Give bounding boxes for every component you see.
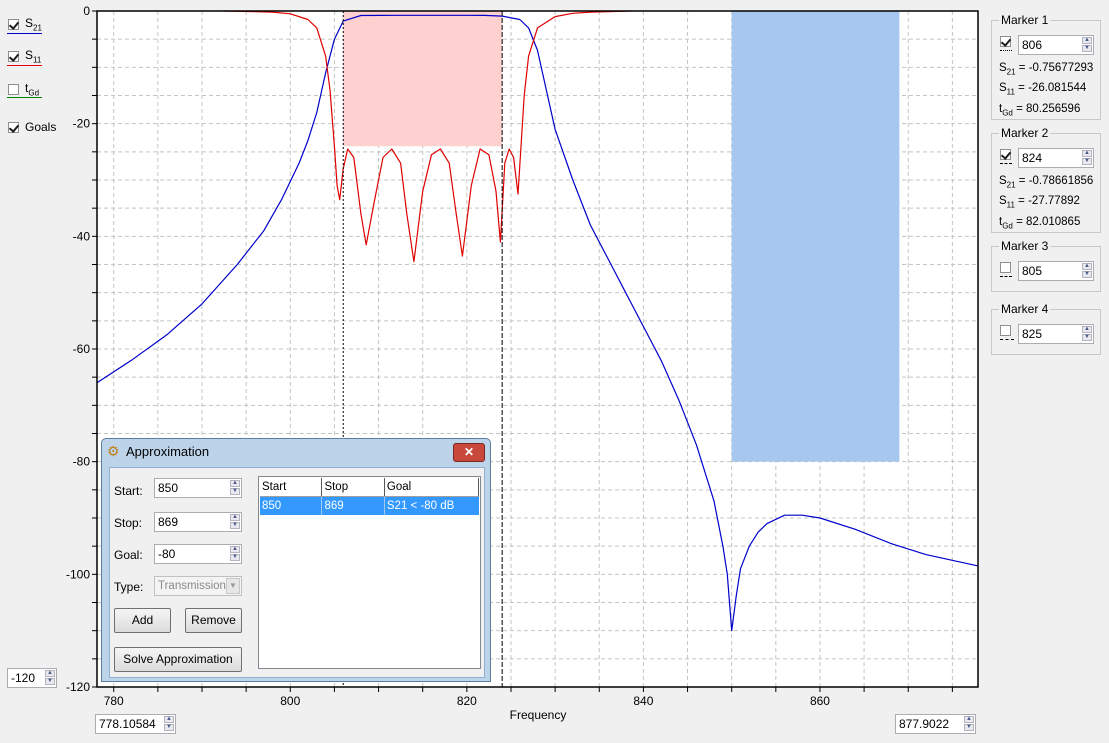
type-value: Transmission — [158, 580, 226, 592]
y-min-value: -120 — [11, 671, 36, 685]
x-tick-label: 780 — [104, 694, 124, 708]
x-tick-label: 820 — [457, 694, 477, 708]
marker-4-value: 825 — [1022, 327, 1043, 341]
marker-1-readout: S21 = -0.75677293 S11 = -26.081544 tGd =… — [999, 62, 1094, 117]
add-button[interactable]: Add — [114, 608, 171, 633]
spin-down-icon[interactable]: ▼ — [230, 522, 240, 529]
y-tick-label: -80 — [73, 455, 91, 469]
marker-4-group: Marker 4 825 ▲ ▼ — [991, 302, 1101, 355]
marker-4-line-style — [1000, 339, 1014, 340]
spin-down-icon[interactable]: ▼ — [164, 724, 174, 731]
stop-value: 869 — [158, 515, 179, 529]
table-header: Start Stop Goal — [260, 478, 479, 497]
goal-value: -80 — [158, 547, 176, 561]
spin-down-icon[interactable]: ▼ — [1082, 334, 1092, 341]
spin-up-icon[interactable]: ▲ — [230, 480, 240, 487]
spin-up-icon[interactable]: ▲ — [164, 716, 174, 723]
marker-3-spinner[interactable]: 805 ▲ ▼ — [1018, 261, 1094, 281]
table-row[interactable]: 850 869 S21 < -80 dB — [260, 497, 479, 515]
column-header-stop[interactable]: Stop — [322, 478, 385, 496]
marker-4-title: Marker 4 — [999, 302, 1051, 316]
marker-3-line-style — [1000, 276, 1012, 277]
solve-approximation-button[interactable]: Solve Approximation — [114, 647, 242, 672]
cell-stop: 869 — [322, 497, 385, 515]
x-tick-label: 860 — [810, 694, 830, 708]
spin-down-icon[interactable]: ▼ — [1082, 158, 1092, 165]
marker-3-group: Marker 3 805 ▲ ▼ — [991, 239, 1101, 292]
spin-down-icon[interactable]: ▼ — [1082, 45, 1092, 52]
x-min-value: 778.10584 — [99, 717, 156, 731]
marker-3-value: 805 — [1022, 264, 1043, 278]
marker-2-value: 824 — [1022, 151, 1043, 165]
marker-2-readout: S21 = -0.78661856 S11 = -27.77892 tGd = … — [999, 175, 1094, 230]
marker-1-checkbox[interactable] — [1000, 36, 1011, 47]
type-label: Type: — [114, 580, 144, 594]
stopband-goal — [731, 11, 900, 462]
spin-down-icon[interactable]: ▼ — [45, 678, 55, 685]
app-icon: ⚙ — [107, 443, 120, 459]
approximation-dialog: ⚙ Approximation ✕ Start: 850 ▲ ▼ Stop: 86… — [101, 438, 491, 682]
spin-down-icon[interactable]: ▼ — [964, 724, 974, 731]
marker-4-spinner[interactable]: 825 ▲ ▼ — [1018, 324, 1094, 344]
y-tick-label: -120 — [66, 680, 90, 694]
passband-reflection-goal — [343, 11, 503, 147]
marker-1-title: Marker 1 — [999, 13, 1051, 27]
start-label: Start: — [114, 484, 143, 498]
marker-2-checkbox[interactable] — [1000, 149, 1011, 160]
spin-up-icon[interactable]: ▲ — [45, 670, 55, 677]
cell-goal: S21 < -80 dB — [386, 500, 455, 512]
column-header-goal[interactable]: Goal — [385, 478, 479, 496]
marker-1-value: 806 — [1022, 38, 1043, 52]
remove-button[interactable]: Remove — [185, 608, 242, 633]
x-tick-label: 840 — [633, 694, 653, 708]
x-min-spinner[interactable]: 778.10584 ▲ ▼ — [95, 714, 176, 734]
marker-3-checkbox[interactable] — [1000, 262, 1011, 273]
goal-label: Goal: — [114, 548, 143, 562]
marker-2-spinner[interactable]: 824 ▲ ▼ — [1018, 148, 1094, 168]
marker-3-title: Marker 3 — [999, 239, 1051, 253]
chevron-down-icon[interactable]: ▼ — [226, 578, 240, 594]
marker-2-line-style — [1000, 163, 1012, 164]
y-tick-label: 0 — [83, 4, 90, 18]
goals-table[interactable]: Start Stop Goal 850 869 S21 < -80 dB — [258, 476, 481, 669]
spin-up-icon[interactable]: ▲ — [1082, 150, 1092, 157]
stop-label: Stop: — [114, 516, 143, 530]
spin-up-icon[interactable]: ▲ — [1082, 326, 1092, 333]
spin-down-icon[interactable]: ▼ — [1082, 271, 1092, 278]
spin-up-icon[interactable]: ▲ — [230, 546, 240, 553]
marker-1-spinner[interactable]: 806 ▲ ▼ — [1018, 35, 1094, 55]
close-button[interactable]: ✕ — [453, 443, 485, 462]
spin-down-icon[interactable]: ▼ — [230, 488, 240, 495]
spin-up-icon[interactable]: ▲ — [230, 514, 240, 521]
x-tick-label: 800 — [280, 694, 300, 708]
marker-4-checkbox[interactable] — [1000, 325, 1011, 336]
spin-up-icon[interactable]: ▲ — [1082, 37, 1092, 44]
y-tick-label: -20 — [73, 117, 91, 131]
marker-2-title: Marker 2 — [999, 126, 1051, 140]
x-max-value: 877.9022 — [899, 717, 950, 731]
type-select[interactable]: Transmission ▼ — [154, 576, 242, 596]
dialog-title: Approximation — [126, 444, 210, 459]
y-tick-label: -60 — [73, 342, 91, 356]
column-header-start[interactable]: Start — [260, 478, 323, 496]
spin-up-icon[interactable]: ▲ — [964, 716, 974, 723]
y-min-spinner[interactable]: -120 ▲ ▼ — [7, 668, 57, 688]
y-tick-label: -40 — [73, 229, 91, 243]
start-value: 850 — [158, 481, 179, 495]
cell-start: 850 — [260, 497, 323, 515]
marker-1-group: Marker 1 806 ▲ ▼ S21 = -0.75677293 S11 = … — [991, 13, 1101, 120]
close-icon: ✕ — [463, 445, 475, 459]
dialog-body: Start: 850 ▲ ▼ Stop: 869 ▲ ▼ Goal: -80 ▲ ▼ … — [109, 467, 485, 678]
marker-2-group: Marker 2 824 ▲ ▼ S21 = -0.78661856 S11 = … — [991, 126, 1101, 233]
x-axis-label: Frequency — [510, 708, 567, 722]
goal-spinner[interactable]: -80 ▲ ▼ — [154, 544, 242, 564]
y-tick-label: -100 — [66, 567, 90, 581]
spin-up-icon[interactable]: ▲ — [1082, 263, 1092, 270]
x-max-spinner[interactable]: 877.9022 ▲ ▼ — [895, 714, 976, 734]
spin-down-icon[interactable]: ▼ — [230, 554, 240, 561]
marker-1-line-style — [1000, 50, 1012, 51]
stop-spinner[interactable]: 869 ▲ ▼ — [154, 512, 242, 532]
start-spinner[interactable]: 850 ▲ ▼ — [154, 478, 242, 498]
